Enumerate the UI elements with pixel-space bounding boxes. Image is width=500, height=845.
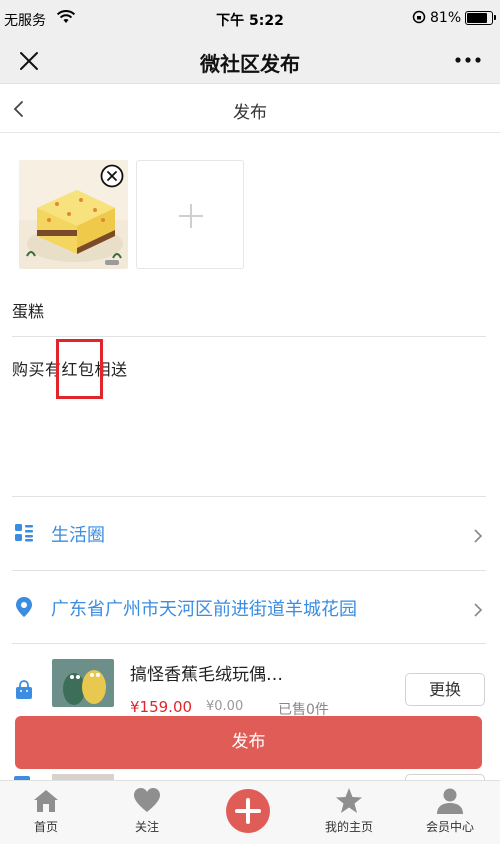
star-icon: [336, 788, 362, 813]
chevron-right-icon: [474, 603, 483, 617]
divider: [12, 336, 486, 337]
nav-title: 微社区发布: [200, 52, 300, 76]
location-pin-icon: [16, 597, 32, 617]
tab-label: 关注: [134, 820, 159, 834]
highlight-box: [56, 339, 103, 399]
category-row[interactable]: 生活圈: [0, 497, 500, 569]
tab-label: 会员中心: [425, 820, 474, 834]
status-bar: 无服务 下午 5:22 81%: [0, 0, 500, 38]
product-image: [52, 659, 114, 707]
add-post-button[interactable]: [226, 789, 270, 833]
category-icon: [15, 524, 33, 542]
plus-icon: [235, 798, 261, 824]
chevron-right-icon: [474, 529, 483, 543]
shopping-bag-icon: [16, 680, 32, 699]
divider: [12, 643, 486, 644]
wechat-nav-bar: 微社区发布: [0, 38, 500, 84]
plus-icon: [179, 204, 203, 228]
rotation-lock-icon: [412, 10, 426, 24]
tab-follow[interactable]: 关注: [107, 781, 187, 845]
battery-icon: [465, 11, 496, 25]
post-title-input[interactable]: 蛋糕: [12, 298, 44, 322]
product-price: ¥159.00: [130, 698, 193, 716]
tab-my-page[interactable]: 我的主页: [309, 781, 389, 845]
location-row[interactable]: 广东省广州市天河区前进街道羊城花园: [0, 571, 500, 643]
tab-home[interactable]: 首页: [6, 781, 86, 845]
page-header: 发布: [0, 85, 500, 133]
location-label: 广东省广州市天河区前进街道羊城花园: [51, 599, 357, 620]
tab-label: 我的主页: [324, 820, 373, 834]
product-original-price: ¥0.00: [206, 699, 244, 714]
heart-icon: [134, 788, 160, 812]
tab-label: 首页: [33, 820, 58, 834]
tab-bar: 首页 关注 我的主页 会员中心: [0, 780, 500, 844]
more-icon[interactable]: [454, 50, 482, 70]
remove-image-icon[interactable]: [100, 164, 124, 188]
tab-member[interactable]: 会员中心: [410, 781, 490, 845]
person-icon: [437, 788, 463, 814]
add-photo-button[interactable]: [136, 160, 244, 269]
change-product-button[interactable]: 更换: [405, 673, 485, 706]
category-label: 生活圈: [51, 525, 105, 546]
publish-button[interactable]: 发布: [15, 716, 482, 769]
page-title: 发布: [233, 103, 267, 123]
battery-percent: 81%: [430, 10, 462, 26]
product-title: 搞怪香蕉毛绒玩偶…: [130, 665, 283, 685]
home-icon: [34, 790, 58, 812]
